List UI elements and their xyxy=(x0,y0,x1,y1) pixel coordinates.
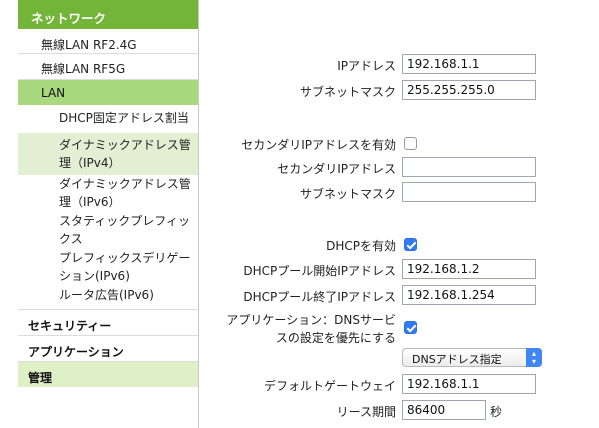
submenu-prefix-delegation[interactable]: プレフィックスデリゲーション(IPv6) xyxy=(18,249,198,286)
submenu-dynamic-ipv4[interactable]: ダイナミックアドレス管理（IPv4） xyxy=(18,132,198,175)
dhcp-enable-checkbox[interactable] xyxy=(404,238,417,251)
row-app-dns-priority: アプリケーション：DNSサービ スの設定を優先にする xyxy=(200,313,599,345)
nav-header-network[interactable]: ネットワーク xyxy=(18,0,198,29)
dns-mode-selected: DNSアドレス指定 xyxy=(412,353,502,366)
lease-time-input[interactable]: 86400 xyxy=(402,400,486,420)
row-dhcp-enable: DHCPを有効 xyxy=(200,234,599,256)
submenu-router-advert[interactable]: ルータ広告(IPv6) xyxy=(18,286,198,310)
row-secondary-ip-enable: セカンダリIPアドレスを有効 xyxy=(200,133,599,155)
app-dns-priority-label: アプリケーション：DNSサービ スの設定を優先にする xyxy=(226,311,396,347)
dhcp-start-input[interactable]: 192.168.1.2 xyxy=(402,259,536,279)
sidebar-section-applications[interactable]: アプリケーション xyxy=(18,335,198,361)
secondary-ip-enable-label: セカンダリIPアドレスを有効 xyxy=(241,138,396,152)
dhcp-end-input[interactable]: 192.168.1.254 xyxy=(402,285,536,305)
sidebar-section-security[interactable]: セキュリティー xyxy=(18,309,198,335)
lease-time-label: リース期間 xyxy=(336,405,396,419)
submenu-static-prefix[interactable]: スタティックプレフィックス xyxy=(18,212,198,249)
lan-submenu: DHCP固定アドレス割当 ダイナミックアドレス管理（IPv4） ダイナミックアド… xyxy=(18,105,198,309)
row-default-gateway: デフォルトゲートウェイ 192.168.1.1 xyxy=(200,374,599,396)
row-ip-address: IPアドレス 192.168.1.1 xyxy=(200,54,599,76)
row-lease-time: リース期間 86400 秒 xyxy=(200,400,599,422)
dhcp-end-label: DHCPプール終了IPアドレス xyxy=(243,290,396,304)
row-dhcp-start: DHCPプール開始IPアドレス 192.168.1.2 xyxy=(200,259,599,281)
app-dns-priority-checkbox[interactable] xyxy=(404,321,417,334)
dhcp-enable-label: DHCPを有効 xyxy=(326,239,396,253)
ip-address-input[interactable]: 192.168.1.1 xyxy=(402,54,536,74)
app-dns-priority-label-line1: アプリケーション：DNSサービ xyxy=(226,313,396,327)
sidebar-item-lan[interactable]: LAN xyxy=(18,80,198,105)
row-subnet-mask: サブネットマスク 255.255.255.0 xyxy=(200,80,599,102)
secondary-ip-input[interactable] xyxy=(402,157,536,177)
subnet-mask-label: サブネットマスク xyxy=(299,85,396,99)
row-dns-mode: DNSアドレス指定 ▴ ▾ xyxy=(200,348,599,370)
default-gateway-input[interactable]: 192.168.1.1 xyxy=(402,374,536,394)
app-dns-priority-label-line2: スの設定を優先にする xyxy=(275,331,396,345)
secondary-ip-enable-checkbox[interactable] xyxy=(404,137,417,150)
sidebar: ネットワーク 無線LAN RF2.4G 無線LAN RF5G LAN DHCP固… xyxy=(18,0,199,428)
sidebar-item-wireless-5g[interactable]: 無線LAN RF5G xyxy=(18,54,198,80)
submenu-dhcp-fixed[interactable]: DHCP固定アドレス割当 xyxy=(18,105,198,133)
default-gateway-label: デフォルトゲートウェイ xyxy=(263,379,396,393)
row-dhcp-end: DHCPプール終了IPアドレス 192.168.1.254 xyxy=(200,285,599,307)
dhcp-start-label: DHCPプール開始IPアドレス xyxy=(243,264,396,278)
sidebar-section-admin[interactable]: 管理 xyxy=(18,361,198,387)
ip-address-label: IPアドレス xyxy=(337,59,396,73)
sidebar-item-wireless-24g[interactable]: 無線LAN RF2.4G xyxy=(18,29,198,54)
lease-time-unit: 秒 xyxy=(490,405,503,419)
subnet-mask-input[interactable]: 255.255.255.0 xyxy=(402,80,536,100)
select-updown-icon: ▴ ▾ xyxy=(526,348,542,367)
dns-mode-select[interactable]: DNSアドレス指定 ▴ ▾ xyxy=(402,348,542,367)
row-secondary-subnet: サブネットマスク xyxy=(200,182,599,204)
row-secondary-ip: セカンダリIPアドレス xyxy=(200,157,599,179)
secondary-ip-label: セカンダリIPアドレス xyxy=(277,162,396,176)
submenu-dynamic-ipv6[interactable]: ダイナミックアドレス管理（IPv6） xyxy=(18,175,198,212)
secondary-subnet-input[interactable] xyxy=(402,182,536,202)
secondary-subnet-label: サブネットマスク xyxy=(299,187,396,201)
